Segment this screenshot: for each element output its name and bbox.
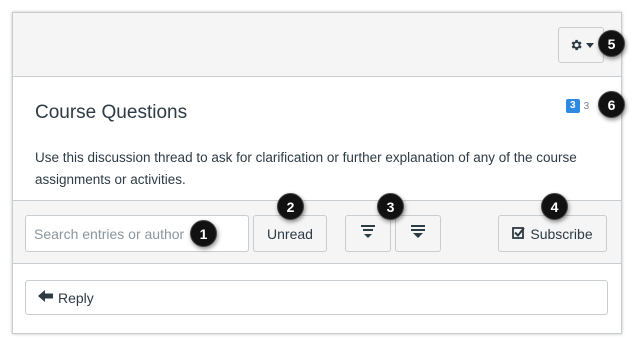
callout-badge-5: 5: [598, 30, 625, 57]
callout-badge-6: 6: [598, 91, 625, 118]
discussion-frame: Course Questions 3 3 Use this discussion…: [12, 12, 622, 334]
entry-counts: 3 3: [566, 99, 589, 113]
checkbox-checked-icon: [512, 226, 526, 242]
reply-arrow-icon: [38, 289, 54, 306]
collapse-threads-button[interactable]: [345, 215, 391, 252]
reply-area: Reply: [13, 264, 621, 335]
discussion-description: Use this discussion thread to ask for cl…: [35, 150, 577, 187]
unread-filter-button[interactable]: Unread: [253, 215, 327, 252]
collapse-threads-icon: [360, 224, 376, 243]
subscribe-button[interactable]: Subscribe: [498, 215, 607, 252]
total-count: 3: [583, 100, 590, 112]
callout-badge-3: 3: [377, 193, 404, 220]
expand-threads-button[interactable]: [395, 215, 441, 252]
subscribe-label: Subscribe: [530, 225, 593, 242]
discussion-toolbar: Unread: [13, 200, 621, 264]
callout-badge-4: 4: [541, 193, 568, 220]
callout-badge-1: 1: [190, 220, 217, 247]
unread-count-badge: 3: [566, 99, 580, 113]
reply-button[interactable]: Reply: [25, 280, 608, 315]
chevron-down-icon: [585, 42, 594, 48]
discussion-header-bar: [13, 13, 621, 77]
discussion-title: Course Questions: [35, 102, 188, 123]
callout-badge-2: 2: [277, 193, 304, 220]
reply-label: Reply: [58, 289, 94, 306]
expand-threads-icon: [410, 224, 426, 243]
gear-icon: [569, 38, 583, 52]
